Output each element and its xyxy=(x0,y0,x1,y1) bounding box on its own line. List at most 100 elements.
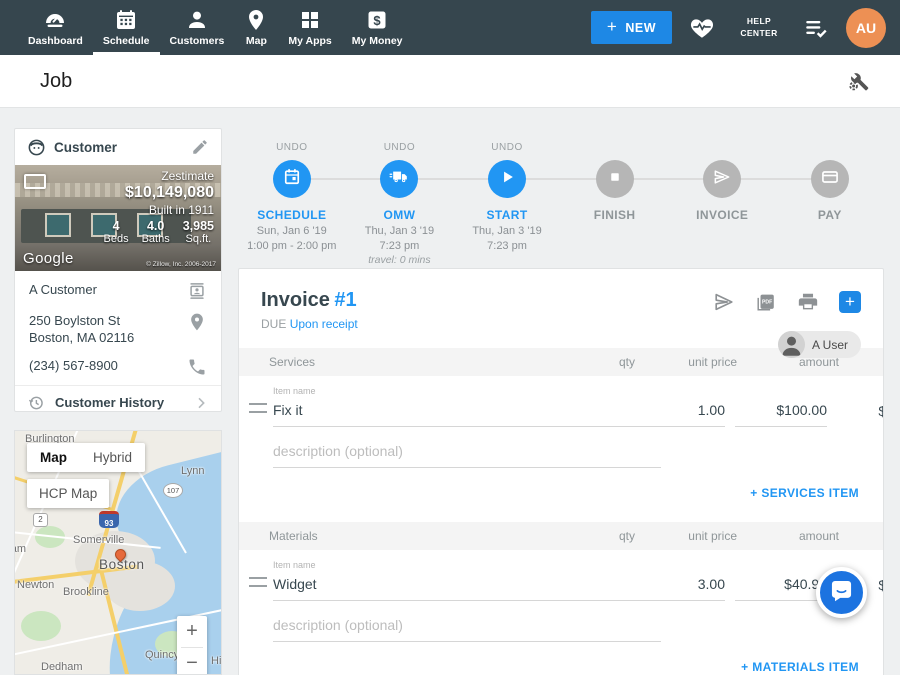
photo-window-decor xyxy=(45,213,71,237)
help-center-link[interactable]: HELP CENTER xyxy=(732,16,786,38)
main-column: UNDO SCHEDULE Sun, Jan 6 '19 1:00 pm - 2… xyxy=(238,128,884,675)
pay-step-button[interactable] xyxy=(811,160,849,198)
zestimate-label: Zestimate xyxy=(104,169,215,183)
user-avatar[interactable]: AU xyxy=(846,8,886,48)
timeline-step-finish: UNDO FINISH xyxy=(561,128,669,268)
stop-icon xyxy=(606,168,624,191)
drag-handle-icon[interactable] xyxy=(249,577,267,587)
undo-omw-link[interactable]: UNDO xyxy=(384,142,415,156)
service-unit-price-input[interactable]: $100.00 xyxy=(735,402,827,427)
material-item-name-field[interactable]: Item name Widget xyxy=(273,560,661,601)
print-icon[interactable] xyxy=(797,291,819,313)
chevron-right-icon xyxy=(193,395,209,411)
due-label: DUE xyxy=(261,317,286,331)
undo-start-link[interactable]: UNDO xyxy=(491,142,522,156)
map-type-map-button[interactable]: Map xyxy=(27,443,80,472)
customer-phone-row: (234) 567-8900 xyxy=(29,357,207,377)
qty-column-header: qty xyxy=(571,529,635,543)
finish-step-button[interactable] xyxy=(596,160,634,198)
add-materials-item-link[interactable]: + MATERIALS ITEM xyxy=(239,642,883,675)
contact-card-icon[interactable] xyxy=(187,281,207,301)
customer-phone: (234) 567-8900 xyxy=(29,357,118,374)
calendar-icon xyxy=(282,167,302,192)
map-pin-icon xyxy=(244,8,268,32)
material-qty-input[interactable]: 3.00 xyxy=(661,576,725,601)
omw-step-dates: Thu, Jan 3 '19 7:23 pm travel: 0 mins xyxy=(365,224,434,268)
materials-section-title: Materials xyxy=(269,529,571,543)
invoice-due-row: DUE Upon receipt xyxy=(261,317,859,331)
truck-icon xyxy=(389,167,409,192)
add-invoice-button[interactable]: + xyxy=(839,291,861,313)
plus-icon: + xyxy=(607,17,617,37)
zoom-in-button[interactable]: + xyxy=(177,616,207,647)
google-logo: Google xyxy=(23,250,74,267)
customer-history-row[interactable]: Customer History xyxy=(15,385,221,412)
service-item-name-field[interactable]: Item name Fix it xyxy=(273,386,661,427)
nav-item-customers[interactable]: Customers xyxy=(160,0,235,55)
property-stats: 4 Beds 4.0 Baths 3,985 Sq.ft. xyxy=(104,219,215,245)
new-button[interactable]: + NEW xyxy=(591,11,672,44)
zoom-out-button[interactable]: − xyxy=(177,648,207,675)
nav-right-group: + NEW HELP CENTER AU xyxy=(591,0,886,55)
customer-card: Customer Zestimate $10,149,080 Bu xyxy=(14,128,222,412)
service-description-row: description (optional) xyxy=(273,427,661,468)
location-pin-icon[interactable] xyxy=(187,312,207,332)
new-button-label: NEW xyxy=(625,21,656,35)
start-step-dates: Thu, Jan 3 '19 7:23 pm xyxy=(472,224,541,253)
page-header: Job xyxy=(0,55,900,108)
omw-travel-time: travel: 0 mins xyxy=(368,254,430,266)
material-item-name-input[interactable]: Widget xyxy=(273,570,661,601)
add-services-item-link[interactable]: + SERVICES ITEM xyxy=(239,468,883,518)
heart-pulse-icon[interactable] xyxy=(689,15,715,41)
item-name-label: Item name xyxy=(273,386,661,396)
stat-sqft: 3,985 Sq.ft. xyxy=(183,219,214,245)
send-invoice-icon[interactable] xyxy=(713,291,735,313)
customer-name-row: A Customer xyxy=(29,281,207,301)
start-step-button[interactable] xyxy=(488,160,526,198)
nav-item-map[interactable]: Map xyxy=(234,0,278,55)
nav-item-schedule[interactable]: Schedule xyxy=(93,0,160,55)
invoice-card: Invoice #1 DUE Upon receipt PDF xyxy=(238,268,884,675)
list-check-icon[interactable] xyxy=(803,15,829,41)
edit-pencil-icon[interactable] xyxy=(191,138,209,156)
drag-handle-icon[interactable] xyxy=(249,403,267,413)
nav-label-customers: Customers xyxy=(170,35,225,47)
map-label-lynn: Lynn xyxy=(181,465,204,477)
nav-item-my-apps[interactable]: My Apps xyxy=(278,0,341,55)
route-shield-2: 2 xyxy=(33,513,48,527)
map-type-hybrid-button[interactable]: Hybrid xyxy=(80,443,145,472)
map-label-quincy: Quincy xyxy=(145,649,179,661)
nav-item-dashboard[interactable]: Dashboard xyxy=(18,0,93,55)
undo-schedule-link[interactable]: UNDO xyxy=(276,142,307,156)
job-tools-wrench-gear-icon[interactable] xyxy=(846,69,870,93)
timeline-step-pay: UNDO PAY xyxy=(776,128,884,268)
pdf-icon[interactable]: PDF xyxy=(755,291,777,313)
invoice-actions: PDF + xyxy=(713,291,861,313)
svg-text:PDF: PDF xyxy=(762,300,772,306)
built-year: Built in 1911 xyxy=(104,203,215,217)
user-silhouette-icon xyxy=(778,331,805,358)
invoice-step-button[interactable] xyxy=(703,160,741,198)
chat-fab-button[interactable] xyxy=(816,567,867,618)
invoice-number[interactable]: #1 xyxy=(334,289,356,311)
map-widget[interactable]: 93 107 2 Burlington Lynn Somerville Bost… xyxy=(14,430,222,675)
customer-name: A Customer xyxy=(29,281,97,298)
assigned-user-chip[interactable]: A User xyxy=(778,331,861,358)
streetview-toggle-icon[interactable] xyxy=(24,174,46,189)
timeline-step-omw: UNDO OMW Thu, Jan 3 '19 7:23 pm travel: … xyxy=(346,128,454,268)
material-unit-price-input[interactable]: $40.99 xyxy=(735,576,827,601)
material-item-row: Item name Widget 3.00 $40.99 $122.97 × xyxy=(239,550,883,601)
nav-item-my-money[interactable]: $ My Money xyxy=(342,0,413,55)
material-description-input[interactable]: description (optional) xyxy=(273,601,661,642)
service-description-input[interactable]: description (optional) xyxy=(273,427,661,468)
omw-step-button[interactable] xyxy=(380,160,418,198)
service-item-name-input[interactable]: Fix it xyxy=(273,396,661,427)
omw-step-label: OMW xyxy=(383,208,415,222)
service-qty-input[interactable]: 1.00 xyxy=(661,402,725,427)
phone-icon[interactable] xyxy=(187,357,207,377)
due-value-link[interactable]: Upon receipt xyxy=(290,317,358,331)
schedule-step-button[interactable] xyxy=(273,160,311,198)
credit-card-icon xyxy=(820,167,840,192)
app-window: Dashboard Schedule Customers Map My Apps xyxy=(0,0,900,675)
hcp-map-button[interactable]: HCP Map xyxy=(27,479,109,508)
